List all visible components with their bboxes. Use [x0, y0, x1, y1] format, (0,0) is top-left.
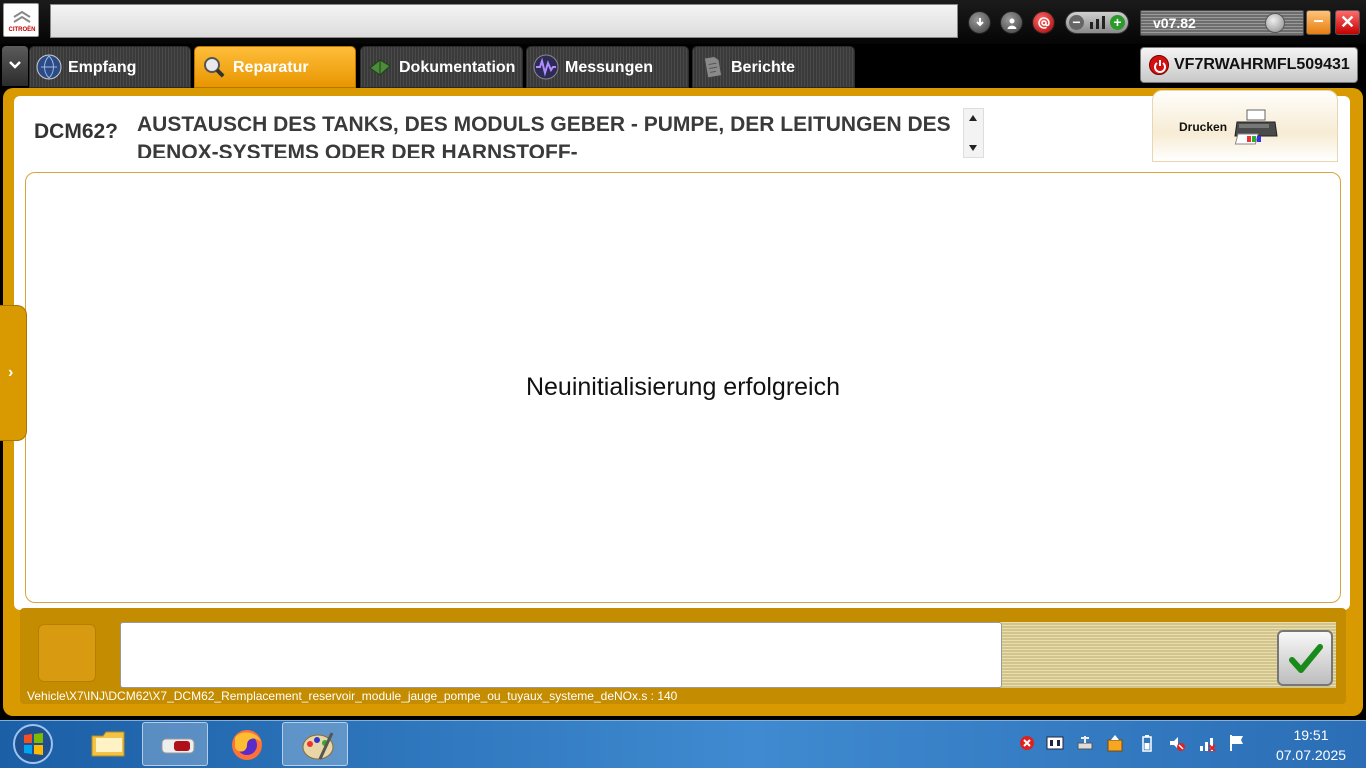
- tab-dokumentation[interactable]: Dokumentation: [360, 46, 523, 88]
- tab-berichte[interactable]: Berichte: [692, 46, 855, 88]
- result-message: Neuinitialisierung erfolgreich: [525, 373, 841, 401]
- flag-icon[interactable]: [1228, 734, 1246, 752]
- print-label: Drucken: [1179, 120, 1228, 134]
- tab-label: Empfang: [68, 59, 137, 76]
- taskbar-paint[interactable]: [282, 722, 348, 766]
- download-icon: [976, 18, 984, 27]
- document-icon: [703, 55, 723, 79]
- chevron-down-icon: [9, 61, 21, 69]
- content-box: Neuinitialisierung erfolgreich: [25, 172, 1341, 603]
- checkmark-icon: [1289, 644, 1323, 673]
- title-scrollbar[interactable]: [963, 108, 984, 158]
- procedure-code: DCM62?: [34, 120, 119, 143]
- tab-reparatur[interactable]: Reparatur: [194, 46, 356, 88]
- tab-empfang[interactable]: Empfang: [29, 46, 191, 88]
- download-button[interactable]: [968, 11, 991, 34]
- at-icon: [1038, 17, 1050, 29]
- network-drive-icon[interactable]: [1076, 734, 1094, 752]
- paint-icon: [302, 732, 334, 760]
- update-icon[interactable]: [1106, 734, 1124, 752]
- taskbar-explorer[interactable]: [73, 722, 139, 766]
- power-icon: [1149, 55, 1169, 75]
- book-icon: [369, 59, 391, 76]
- mute-icon[interactable]: [1168, 734, 1186, 752]
- version-text: v07.82: [1153, 15, 1196, 31]
- diagbox-icon: [161, 738, 195, 754]
- menu-toggle-button[interactable]: [2, 46, 28, 86]
- confirm-button[interactable]: [1277, 630, 1333, 686]
- logo-text: CITROËN: [8, 27, 36, 33]
- minus-icon: −: [1069, 15, 1084, 30]
- tab-label: Berichte: [731, 59, 796, 76]
- brand-logo: CITROËN: [3, 3, 39, 37]
- status-indicator: [38, 624, 96, 682]
- vehicle-vin-button[interactable]: VF7RWAHRMFL509431: [1140, 47, 1358, 83]
- signal-bars-icon: [1090, 16, 1105, 29]
- clock-time: 19:51: [1293, 727, 1329, 743]
- globe-icon: [36, 54, 62, 80]
- start-button[interactable]: [9, 721, 57, 767]
- taskbar-firefox[interactable]: [212, 722, 278, 766]
- version-panel: v07.82: [1140, 10, 1304, 36]
- scroll-up-icon[interactable]: [969, 115, 977, 121]
- minimize-icon: –: [1313, 10, 1324, 30]
- folder-icon: [91, 731, 125, 757]
- communication-toggle[interactable]: − +: [1065, 11, 1129, 34]
- firefox-icon: [232, 730, 262, 760]
- tab-label: Messungen: [565, 59, 654, 76]
- chevrons-logo-icon: [13, 11, 31, 23]
- tab-label: Dokumentation: [399, 59, 516, 76]
- waveform-icon: [533, 54, 559, 80]
- tab-label: Reparatur: [233, 59, 309, 76]
- error-icon[interactable]: [1018, 734, 1036, 752]
- dial-icon[interactable]: [1265, 13, 1285, 33]
- script-path: Vehicle\X7\INJ\DCM62\X7_DCM62_Remplaceme…: [27, 689, 678, 703]
- user-icon: [1007, 18, 1017, 29]
- chevron-right-icon: ›: [8, 364, 14, 381]
- vin-text: VF7RWAHRMFL509431: [1174, 56, 1350, 73]
- tab-messungen[interactable]: Messungen: [526, 46, 689, 88]
- scroll-down-icon[interactable]: [969, 145, 977, 151]
- clock-date: 07.07.2025: [1275, 747, 1347, 763]
- keyboard-icon[interactable]: [1046, 734, 1064, 752]
- close-icon: ✕: [1339, 12, 1356, 32]
- battery-icon[interactable]: [1138, 734, 1156, 752]
- minimize-button[interactable]: –: [1306, 10, 1331, 35]
- user-button[interactable]: [1000, 11, 1023, 34]
- message-field: [120, 622, 1002, 688]
- mail-button[interactable]: [1032, 11, 1055, 34]
- signal-icon[interactable]: [1198, 734, 1216, 752]
- address-field[interactable]: [50, 4, 958, 38]
- procedure-title: AUSTAUSCH DES TANKS, DES MODULS GEBER - …: [137, 113, 951, 158]
- taskbar-clock[interactable]: 19:51 07.07.2025: [1258, 725, 1364, 765]
- plus-icon: +: [1110, 15, 1125, 30]
- side-panel-toggle[interactable]: ›: [0, 305, 27, 441]
- printer-icon[interactable]: [1233, 108, 1279, 146]
- magnifier-icon: [204, 57, 226, 79]
- taskbar-diagbox[interactable]: [142, 722, 208, 766]
- close-button[interactable]: ✕: [1335, 10, 1360, 35]
